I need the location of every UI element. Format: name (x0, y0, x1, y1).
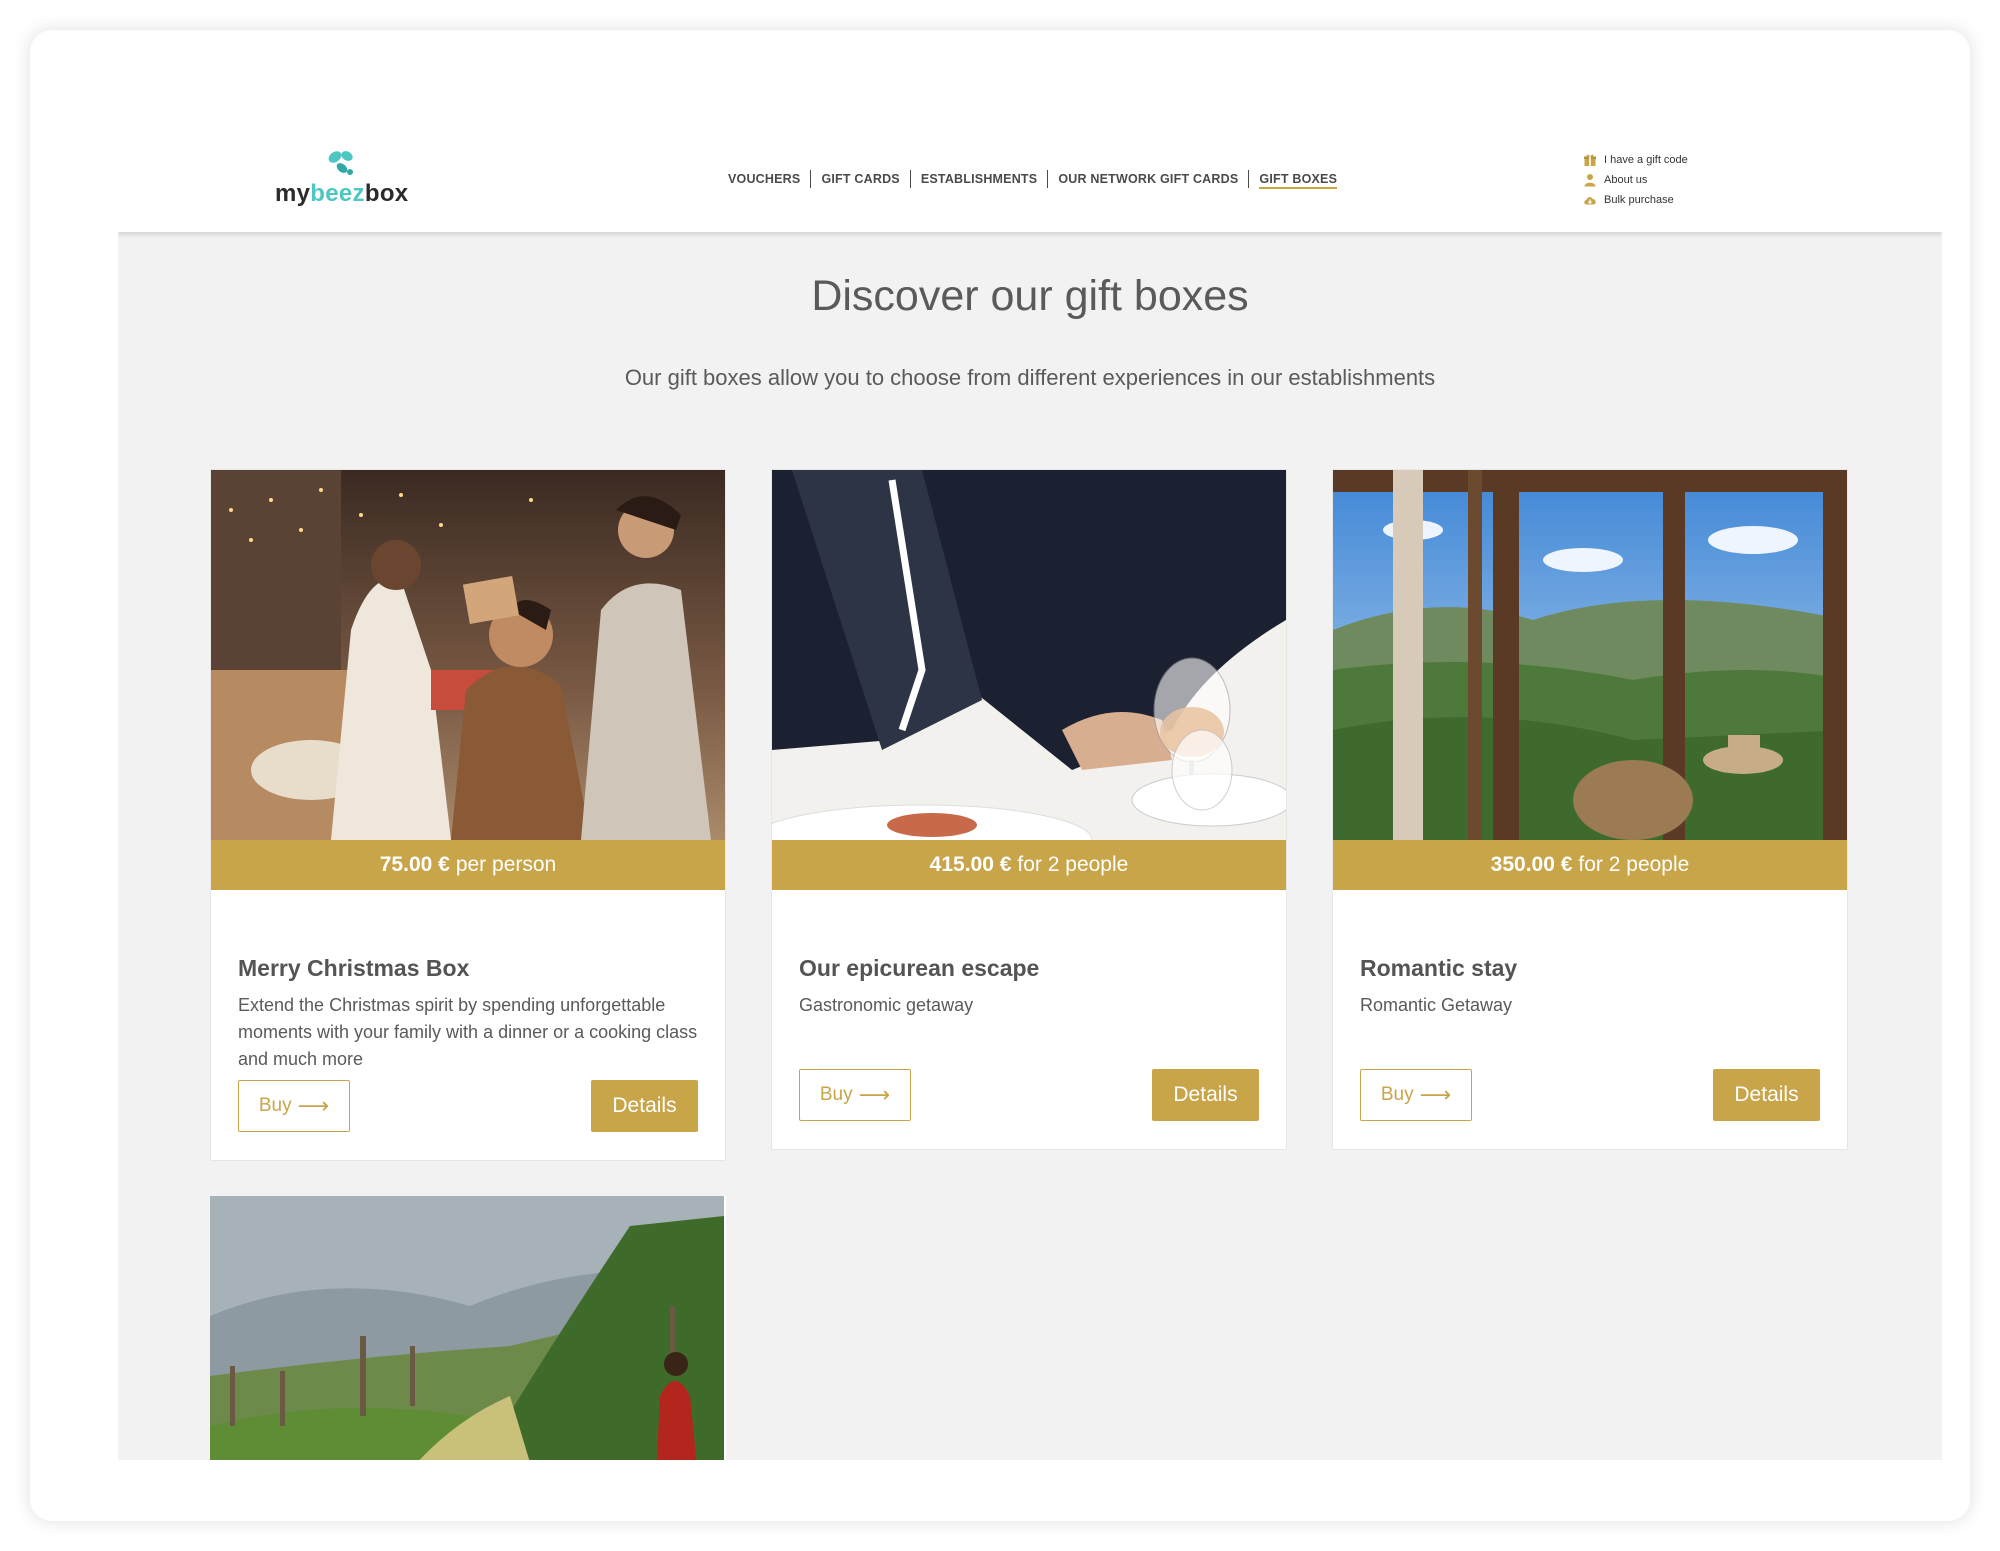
gift-icon (1584, 154, 1596, 166)
price-unit: for 2 people (1017, 853, 1129, 876)
about-us-label: About us (1604, 174, 1648, 186)
user-icon (1584, 174, 1596, 187)
card-description: Extend the Christmas spirit by spending … (238, 995, 698, 1069)
logo-text-left: my (275, 180, 311, 207)
card-title: Merry Christmas Box (238, 955, 470, 981)
card-image-vineyard[interactable] (210, 1196, 724, 1460)
about-us-link[interactable]: About us (1583, 170, 1688, 190)
card-description: Gastronomic getaway (799, 995, 974, 1015)
card-image-christmas[interactable] (211, 470, 725, 840)
vineyard-walk-image (210, 1196, 724, 1460)
nav-vouchers[interactable]: VOUCHERS (718, 170, 812, 188)
buy-label: Buy (819, 1084, 853, 1105)
buy-label: Buy (258, 1095, 292, 1116)
details-label: Details (1173, 1083, 1238, 1106)
price-bar: 350.00 € for 2 people (1333, 840, 1847, 890)
arrow-right-icon: ⟶ (297, 1093, 330, 1118)
logo-wordmark: mybeezbox (275, 180, 408, 208)
buy-label: Buy (1380, 1084, 1414, 1105)
arrow-right-icon: ⟶ (858, 1082, 891, 1107)
nav-gift-boxes-label: GIFT BOXES (1259, 172, 1338, 189)
details-button[interactable]: Details (1152, 1069, 1259, 1121)
price-amount: 350.00 € (1490, 853, 1573, 876)
page-title: Discover our gift boxes (811, 272, 1249, 320)
site-header: mybeezbox VOUCHERS GIFT CARDS ESTABLISHM… (118, 122, 1942, 232)
nav-establishments-label: ESTABLISHMENTS (920, 172, 1038, 186)
utility-links: I have a gift code About us Bulk purchas… (1583, 150, 1688, 210)
nav-gift-cards[interactable]: GIFT CARDS (811, 170, 911, 188)
details-button[interactable]: Details (591, 1080, 698, 1132)
bulk-purchase-link[interactable]: Bulk purchase (1583, 190, 1688, 210)
nav-vouchers-label: VOUCHERS (728, 172, 801, 186)
nav-network-gift-cards-label: OUR NETWORK GIFT CARDS (1058, 172, 1239, 186)
gift-box-card: 350.00 € for 2 people Romantic stay Roman… (1332, 469, 1848, 1150)
logo-text-mid: beez (310, 180, 365, 207)
price-amount: 415.00 € (929, 853, 1012, 876)
price-amount: 75.00 € (379, 853, 450, 876)
main-nav: VOUCHERS GIFT CARDS ESTABLISHMENTS OUR N… (718, 169, 1347, 189)
details-label: Details (1734, 1083, 1799, 1106)
details-label: Details (612, 1094, 677, 1117)
gift-box-card: 75.00 € per person Merry Christmas Box Ex… (210, 469, 726, 1161)
nav-gift-cards-label: GIFT CARDS (821, 172, 900, 186)
price-unit: for 2 people (1578, 853, 1690, 876)
price-bar: 75.00 € per person (211, 840, 725, 890)
logo-text-right: box (364, 180, 409, 207)
website: mybeezbox VOUCHERS GIFT CARDS ESTABLISHM… (118, 122, 1942, 1460)
bulk-purchase-label: Bulk purchase (1604, 194, 1674, 206)
card-description: Romantic Getaway (1360, 995, 1513, 1015)
buy-button[interactable]: Buy ⟶ (238, 1080, 350, 1132)
gift-box-card: 415.00 € for 2 people Our epicurean escap… (771, 469, 1287, 1150)
gift-code-link[interactable]: I have a gift code (1583, 150, 1688, 170)
arrow-right-icon: ⟶ (1419, 1082, 1452, 1107)
christmas-family-image (211, 470, 725, 840)
price-bar: 415.00 € for 2 people (772, 840, 1286, 890)
price-unit: per person (455, 853, 557, 876)
bee-logo-icon (328, 151, 353, 175)
nav-establishments[interactable]: ESTABLISHMENTS (911, 170, 1049, 188)
waiter-serving-wine-image (772, 470, 1286, 840)
page-subtitle: Our gift boxes allow you to choose from … (624, 365, 1436, 390)
card-image-epicurean[interactable] (772, 470, 1286, 840)
window-frame: mybeezbox VOUCHERS GIFT CARDS ESTABLISHM… (30, 30, 1970, 1521)
gift-box-card (210, 1196, 726, 1460)
terrace-mountain-view-image (1333, 470, 1847, 840)
card-title: Our epicurean escape (799, 955, 1040, 981)
gift-code-label: I have a gift code (1604, 154, 1688, 166)
cloud-icon (1584, 197, 1596, 205)
logo[interactable]: mybeezbox (275, 148, 435, 208)
details-button[interactable]: Details (1713, 1069, 1820, 1121)
card-title: Romantic stay (1360, 955, 1518, 981)
card-image-romantic[interactable] (1333, 470, 1847, 840)
nav-gift-boxes[interactable]: GIFT BOXES (1249, 170, 1347, 189)
buy-button[interactable]: Buy ⟶ (799, 1069, 911, 1121)
nav-network-gift-cards[interactable]: OUR NETWORK GIFT CARDS (1048, 170, 1250, 188)
buy-button[interactable]: Buy ⟶ (1360, 1069, 1472, 1121)
